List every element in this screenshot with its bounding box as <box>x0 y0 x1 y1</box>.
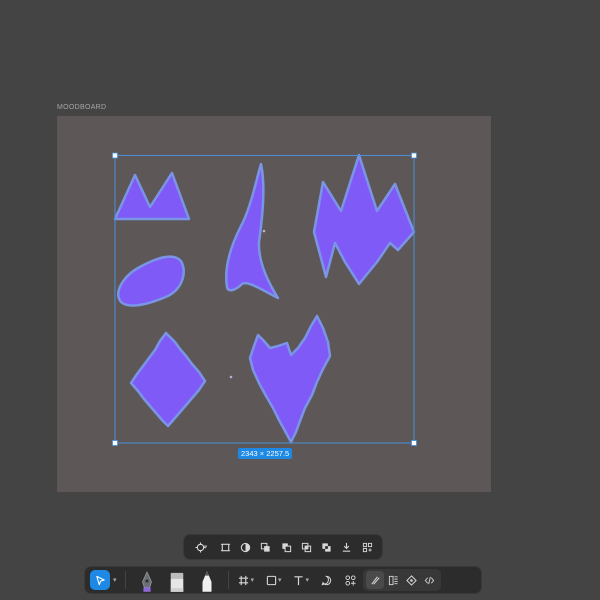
draw-mode-button[interactable] <box>366 571 385 589</box>
text-tool-icon <box>294 575 303 585</box>
divider <box>227 571 229 589</box>
spike-shape[interactable] <box>225 162 280 300</box>
dev-mode-button[interactable] <box>420 571 438 589</box>
actions-button[interactable] <box>341 571 359 589</box>
heart-shape[interactable] <box>248 314 332 444</box>
main-toolbar: ▾ ▾ ▾ ▾ <box>84 566 482 594</box>
intersect-icon[interactable] <box>297 538 315 556</box>
move-tool-button[interactable] <box>90 570 110 590</box>
union-icon[interactable] <box>257 538 275 556</box>
mask-icon[interactable] <box>237 538 255 556</box>
exclude-icon[interactable] <box>318 538 336 556</box>
comment-tool-button[interactable] <box>317 571 335 589</box>
marker-tool-button[interactable] <box>166 567 188 593</box>
chevron-down-icon[interactable]: ▾ <box>113 576 117 584</box>
diamond-shape[interactable] <box>129 331 207 428</box>
canvas-artwork <box>112 152 417 446</box>
pen-tool-icon <box>141 571 152 592</box>
frame-tool-icon <box>238 575 249 585</box>
pencil-tool-button[interactable] <box>196 567 218 593</box>
marker-tool-icon <box>170 572 183 592</box>
frame-icon[interactable] <box>216 538 234 556</box>
anchor-dot <box>229 375 233 379</box>
resize-handle-bottom-right[interactable] <box>411 440 417 446</box>
anchor-dot <box>262 229 266 233</box>
chevron-down-icon[interactable]: ▾ <box>306 576 310 584</box>
actions-icon <box>345 574 356 586</box>
rectangle-tool-icon <box>266 575 276 585</box>
design-mode-icon <box>388 575 398 585</box>
chevron-down-icon[interactable]: ▾ <box>278 576 282 584</box>
resize-handle-top-right[interactable] <box>411 152 417 159</box>
flatten-icon[interactable] <box>338 538 356 556</box>
zigzag-shape[interactable] <box>312 153 416 286</box>
blob-shape[interactable] <box>117 255 185 307</box>
resize-handle-top-left[interactable] <box>112 152 118 159</box>
prototype-mode-button[interactable] <box>402 571 420 589</box>
resize-handle-bottom-left[interactable] <box>112 440 118 446</box>
comment-tool-icon <box>321 575 331 585</box>
crown-shape[interactable] <box>113 171 191 221</box>
dev-mode-icon <box>424 576 434 584</box>
divider <box>124 571 126 589</box>
draw-mode-icon <box>370 576 380 584</box>
pen-tool-button[interactable] <box>136 567 158 593</box>
dimensions-badge: 2343 × 2257.5 <box>238 448 293 459</box>
design-mode-button[interactable] <box>384 571 402 589</box>
mode-switcher <box>363 569 442 591</box>
more-icon[interactable] <box>358 538 376 556</box>
cursor-arrow-icon <box>95 575 105 585</box>
component-target-icon[interactable]: ▾ <box>190 538 214 556</box>
subtract-icon[interactable] <box>277 538 295 556</box>
chevron-down-icon[interactable]: ▾ <box>251 576 255 584</box>
context-toolbar: ▾ <box>183 534 383 560</box>
pencil-tool-icon <box>202 571 212 592</box>
prototype-mode-icon <box>405 574 417 586</box>
